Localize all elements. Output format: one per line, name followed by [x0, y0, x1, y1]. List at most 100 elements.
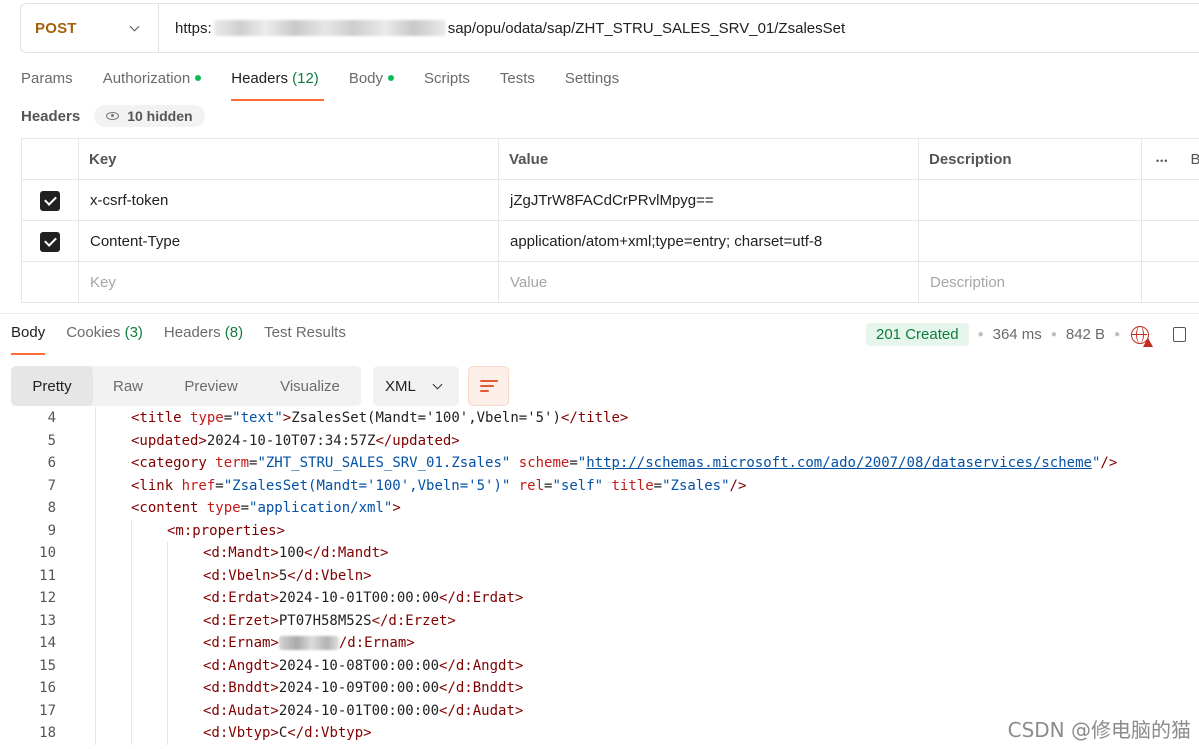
wrap-lines-icon [479, 379, 498, 393]
row-checkbox[interactable] [40, 231, 60, 252]
tab-headers[interactable]: Headers (12) [231, 70, 324, 101]
table-row: Content-Type application/atom+xml;type=e… [21, 220, 1199, 262]
header-key-cell[interactable]: x-csrf-token [78, 179, 499, 221]
row-checkbox-cell [21, 179, 79, 221]
code-text: <d:Ernam>/d:Ernam> [203, 635, 415, 652]
tab-body[interactable]: Body [349, 70, 395, 100]
line-number: 4 [47, 410, 56, 427]
tab-authorization[interactable]: Authorization [103, 70, 202, 100]
line-number: 11 [39, 567, 56, 584]
code-text: <d:Vbeln>5</d:Vbeln> [203, 567, 372, 584]
header-description-cell[interactable] [918, 179, 1142, 221]
tab-cookies[interactable]: Cookies (3) [66, 324, 143, 354]
tab-label: Headers [163, 324, 221, 341]
table-row: x-csrf-token jZgJTrW8FACdCrPRvlMpyg== [21, 179, 1199, 221]
code-text: <title type="text">ZsalesSet(Mandt='100'… [131, 410, 629, 427]
line-number: 9 [47, 522, 56, 539]
hidden-headers-toggle[interactable]: 10 hidden [94, 105, 205, 127]
status-dot-icon [388, 75, 395, 82]
row-checkbox-cell [21, 261, 79, 303]
more-options-header[interactable]: ••• Bu [1141, 138, 1199, 180]
tab-count: (8) [224, 324, 244, 341]
tab-count: (3) [124, 324, 143, 341]
headers-table: Key Value Description ••• Bu x-csrf-token… [21, 138, 1199, 303]
line-number: 15 [39, 657, 56, 674]
tab-scripts[interactable]: Scripts [424, 70, 470, 100]
code-text: <d:Bnddt>2024-10-09T00:00:00</d:Bnddt> [203, 680, 524, 697]
tab-test-results[interactable]: Test Results [264, 324, 346, 354]
method-label: POST [35, 19, 77, 37]
csdn-watermark: CSDN @修电脑的猫 [1007, 718, 1191, 742]
code-line: 7 <link href="ZsalesSet(Mandt='100',Vbeln… [11, 474, 1199, 497]
tab-count: (12) [292, 70, 319, 87]
value-column-header: Value [498, 138, 919, 180]
code-text: <d:Erzet>PT07H58M52S</d:Erzet> [203, 612, 456, 629]
response-code-viewer[interactable]: 4 <title type="text">ZsalesSet(Mandt='100… [11, 407, 1199, 749]
format-dropdown[interactable]: XML [373, 366, 459, 406]
line-number: 18 [39, 725, 56, 742]
view-visualize-button[interactable]: Visualize [259, 366, 361, 406]
line-number: 16 [39, 680, 56, 697]
header-value-cell[interactable]: jZgJTrW8FACdCrPRvlMpyg== [498, 179, 919, 221]
tab-label: Body [11, 324, 46, 341]
tab-label: Params [21, 70, 73, 87]
tab-response-headers[interactable]: Headers (8) [164, 324, 243, 354]
check-column-header [21, 138, 79, 180]
code-text: <d:Angdt>2024-10-08T00:00:00</d:Angdt> [203, 657, 524, 674]
code-text: <d:Audat>2024-10-01T00:00:00</d:Audat> [203, 702, 524, 719]
tab-label: Test Results [264, 324, 346, 341]
url-path: sap/opu/odata/sap/ZHT_STRU_SALES_SRV_01/… [447, 19, 846, 37]
request-tabs: Params Authorization Headers (12) Body S… [21, 70, 649, 101]
section-divider [0, 313, 1199, 314]
wrap-lines-button[interactable] [468, 366, 509, 406]
code-text: <m:properties> [167, 522, 286, 539]
view-preview-button[interactable]: Preview [163, 366, 259, 406]
tab-params[interactable]: Params [21, 70, 73, 100]
code-line: 5 <updated>2024-10-10T07:34:57Z</updated> [11, 429, 1199, 452]
view-raw-button[interactable]: Raw [93, 366, 163, 406]
bulk-edit-link[interactable]: Bu [1190, 151, 1199, 168]
separator-dot: ● [1050, 329, 1057, 340]
headers-section-header: Headers 10 hidden [21, 105, 205, 127]
tab-tests[interactable]: Tests [500, 70, 535, 100]
more-icon[interactable]: ••• [1156, 156, 1168, 166]
code-text: <updated>2024-10-10T07:34:57Z</updated> [131, 432, 460, 449]
row-checkbox[interactable] [40, 190, 60, 211]
line-number: 17 [39, 702, 56, 719]
header-description-cell[interactable] [918, 220, 1142, 262]
save-response-icon[interactable] [1173, 327, 1187, 342]
code-line: 15 <d:Angdt>2024-10-08T00:00:00</d:Angdt> [11, 654, 1199, 677]
new-key-input[interactable]: Key [78, 261, 499, 303]
code-line: 4 <title type="text">ZsalesSet(Mandt='100… [11, 407, 1199, 430]
header-key-cell[interactable]: Content-Type [78, 220, 499, 262]
new-value-input[interactable]: Value [498, 261, 919, 303]
response-size[interactable]: 842 B [1066, 326, 1105, 343]
status-dot-icon [195, 75, 202, 82]
response-time[interactable]: 364 ms [993, 326, 1042, 343]
url-input[interactable]: https: sap/opu/odata/sap/ZHT_STRU_SALES_… [159, 20, 845, 37]
line-number: 6 [47, 455, 56, 472]
row-extra-cell [1141, 261, 1199, 303]
response-tabs: Body Cookies (3) Headers (8) Test Result… [11, 324, 367, 355]
line-number: 8 [47, 500, 56, 517]
headers-title: Headers [21, 107, 81, 125]
url-prefix: https: [175, 19, 212, 37]
eye-icon [106, 112, 120, 120]
hidden-count-label: 10 hidden [127, 108, 193, 124]
header-value-cell[interactable]: application/atom+xml;type=entry; charset… [498, 220, 919, 262]
network-globe-icon[interactable] [1131, 325, 1154, 347]
code-line: 11 <d:Vbeln>5</d:Vbeln> [11, 564, 1199, 587]
method-dropdown[interactable]: POST [21, 4, 159, 52]
row-checkbox-cell [21, 220, 79, 262]
status-badge[interactable]: 201 Created [866, 323, 969, 346]
format-label: XML [385, 377, 416, 395]
code-text: <category term="ZHT_STRU_SALES_SRV_01.Zs… [131, 455, 1118, 472]
separator-dot: ● [1114, 329, 1121, 340]
view-pretty-button[interactable]: Pretty [11, 366, 93, 406]
line-number: 7 [47, 477, 56, 494]
tab-response-body[interactable]: Body [11, 324, 46, 355]
code-text: <d:Erdat>2024-10-01T00:00:00</d:Erdat> [203, 590, 524, 607]
tab-settings[interactable]: Settings [565, 70, 619, 100]
new-description-input[interactable]: Description [918, 261, 1142, 303]
request-url-bar: POST https: sap/opu/odata/sap/ZHT_STRU_S… [20, 3, 1199, 53]
